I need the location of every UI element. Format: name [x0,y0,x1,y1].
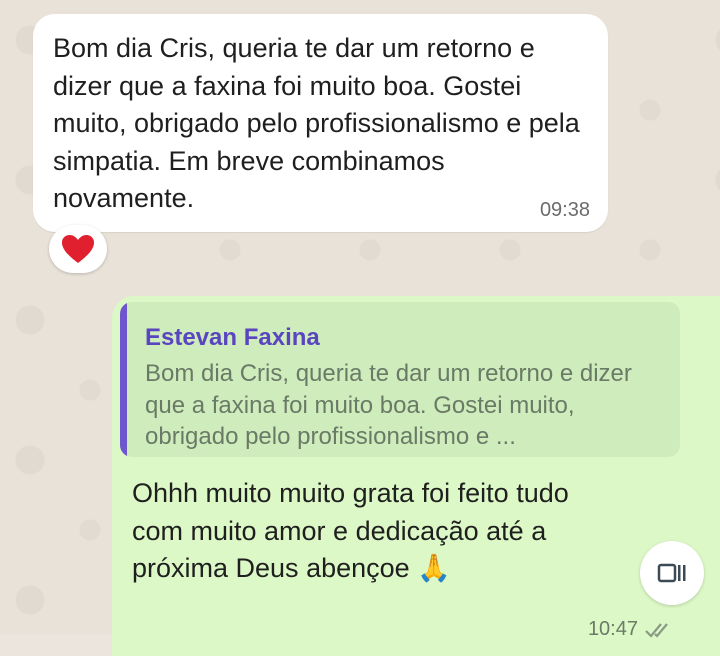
outgoing-message-bubble[interactable]: Estevan Faxina Bom dia Cris, queria te d… [112,296,720,656]
incoming-message-time: 09:38 [539,199,590,221]
outgoing-message-time: 10:47 [587,618,638,640]
reaction-badge[interactable] [49,225,107,273]
transcribe-button[interactable] [640,541,704,605]
quoted-text: Bom dia Cris, queria te dar um retorno e… [145,360,632,450]
incoming-message-bubble[interactable]: Bom dia Cris, queria te dar um retorno e… [33,14,608,232]
heart-reaction-icon [62,235,94,263]
quoted-reply[interactable]: Estevan Faxina Bom dia Cris, queria te d… [120,302,680,457]
transcript-icon [657,563,686,583]
outgoing-message-text: Ohhh muito muito grata foi feito tudo co… [132,478,569,583]
quote-accent-bar [120,302,127,457]
outgoing-message-meta: 10:47 [588,618,674,641]
double-check-icon [645,622,668,638]
quoted-author: Estevan Faxina [145,324,320,351]
incoming-message-text: Bom dia Cris, queria te dar um retorno e… [53,33,580,213]
